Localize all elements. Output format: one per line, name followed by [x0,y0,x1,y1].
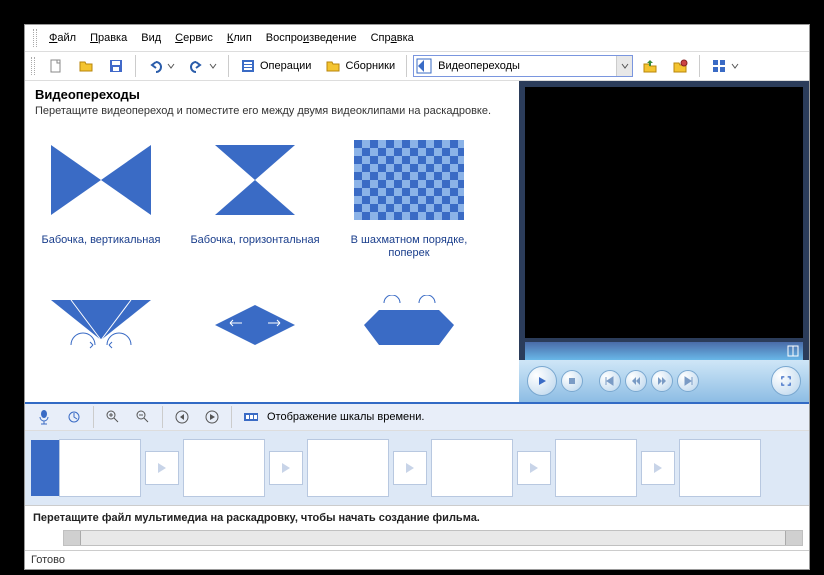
content-title: Видеопереходы [35,87,509,102]
view-mode-button[interactable] [706,55,744,77]
video-preview [525,87,803,338]
collections-label: Сборники [345,60,395,72]
audio-levels-button[interactable] [61,406,87,428]
player-controls [519,360,809,402]
operations-label: Операции [260,60,311,72]
storyboard-clip[interactable] [59,439,141,497]
transition-item[interactable] [27,275,175,387]
preview-pane [519,81,809,402]
storyboard-clip[interactable] [679,439,761,497]
horizontal-scrollbar[interactable] [63,530,803,546]
storyboard-hint: Перетащите файл мультимедиа на раскадров… [25,505,809,530]
next-button[interactable] [677,370,699,392]
zoom-in-button[interactable] [100,406,126,428]
narrate-button[interactable] [31,406,57,428]
storyboard-transition[interactable] [517,451,551,485]
storyboard-transition[interactable] [641,451,675,485]
new-button[interactable] [43,55,69,77]
transition-label: Бабочка, горизонтальная [181,234,329,247]
menu-clip[interactable]: Клип [221,30,258,46]
transition-item[interactable] [335,275,483,387]
transition-item[interactable]: В шахматном порядке, поперек [335,130,483,269]
play-timeline-button[interactable] [199,406,225,428]
grip-icon [31,57,35,75]
timeline-toolbar: Отображение шкалы времени. [25,404,809,431]
up-level-button[interactable] [637,55,663,77]
main-area: Видеопереходы Перетащите видеопереход и … [25,81,809,402]
undo-button[interactable] [142,55,180,77]
collections-button[interactable]: Сборники [320,55,400,77]
transition-label: В шахматном порядке, поперек [335,234,483,260]
transitions-gallery[interactable]: Бабочка, вертикальная Бабочка, горизонта… [25,122,519,395]
storyboard-clip[interactable] [555,439,637,497]
rewind-timeline-button[interactable] [169,406,195,428]
storyboard-clip[interactable] [431,439,513,497]
menu-edit[interactable]: Правка [84,30,133,46]
menu-service[interactable]: Сервис [169,30,219,46]
grip-icon [33,29,37,47]
redo-button[interactable] [184,55,222,77]
stop-button[interactable] [561,370,583,392]
chevron-down-icon[interactable] [616,56,632,76]
fullscreen-button[interactable] [771,366,801,396]
storyboard-clip[interactable] [307,439,389,497]
status-bar: Готово [25,550,809,569]
forward-button[interactable] [651,370,673,392]
combo-text: Видеопереходы [434,60,616,72]
rewind-button[interactable] [625,370,647,392]
transition-item[interactable]: Бабочка, горизонтальная [181,130,329,269]
storyboard[interactable] [25,431,809,505]
app-window: Файл Правка Вид Сервис Клип Воспроизведе… [24,24,810,570]
storyboard-transition[interactable] [145,451,179,485]
timeline-toggle-label: Отображение шкалы времени. [267,411,424,423]
menu-file[interactable]: Файл [43,30,82,46]
content-subtitle: Перетащите видеопереход и поместите его … [35,104,509,118]
timeline-toggle-button[interactable]: Отображение шкалы времени. [238,406,429,428]
save-button[interactable] [103,55,129,77]
transition-item[interactable] [181,275,329,387]
menubar: Файл Правка Вид Сервис Клип Воспроизведе… [25,25,809,52]
collection-combo[interactable]: Видеопереходы [413,55,633,77]
storyboard-transition[interactable] [269,451,303,485]
operations-button[interactable]: Операции [235,55,316,77]
timeline-area: Отображение шкалы времени. Перетащите фа… [25,402,809,550]
transition-label: Бабочка, вертикальная [27,234,175,247]
menu-play[interactable]: Воспроизведение [260,30,363,46]
new-folder-button[interactable] [667,55,693,77]
prev-button[interactable] [599,370,621,392]
zoom-out-button[interactable] [130,406,156,428]
transition-icon [416,58,432,74]
split-icon[interactable] [787,345,799,357]
play-button[interactable] [527,366,557,396]
seek-bar[interactable] [525,342,803,360]
storyboard-transition[interactable] [393,451,427,485]
content-pane: Видеопереходы Перетащите видеопереход и … [25,81,519,402]
open-button[interactable] [73,55,99,77]
storyboard-head [31,440,59,496]
toolbar: Операции Сборники Видеопереходы [25,52,809,81]
storyboard-clip[interactable] [183,439,265,497]
menu-help[interactable]: Справка [365,30,420,46]
transition-item[interactable]: Бабочка, вертикальная [27,130,175,269]
menu-view[interactable]: Вид [135,30,167,46]
